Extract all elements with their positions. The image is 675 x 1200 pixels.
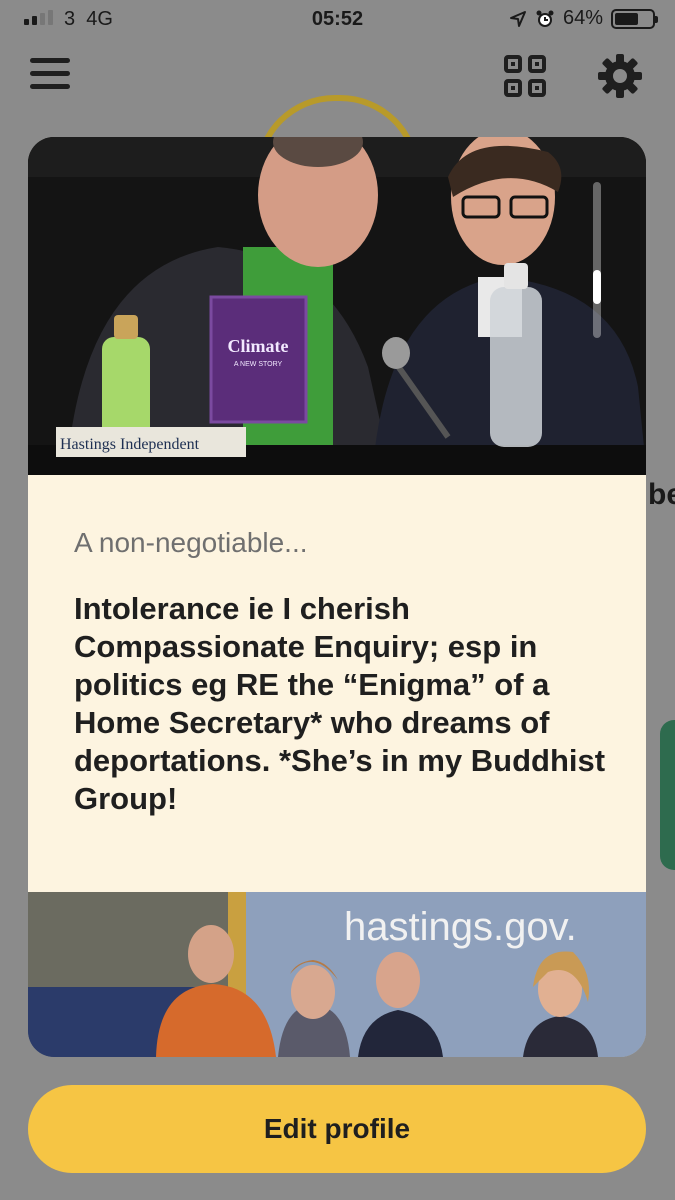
book-title: Climate xyxy=(228,336,289,356)
photo-banner-text: Hastings Independent xyxy=(60,436,200,453)
status-bar: 3 4G 05:52 64% xyxy=(0,0,675,38)
qr-code-icon[interactable] xyxy=(503,54,547,98)
battery-percent: 64% xyxy=(562,7,603,29)
photo-scroll-indicator xyxy=(593,182,601,338)
bottom-tab-bar xyxy=(0,1170,675,1200)
hamburger-menu-icon[interactable] xyxy=(30,58,70,94)
background-side-tab xyxy=(660,720,675,870)
panel-discussion-photo: Climate A NEW STORY Hastings Independent xyxy=(28,137,646,475)
background-partial-text: be xyxy=(648,478,675,511)
event-photo: hastings.gov. xyxy=(28,892,646,1057)
gear-icon[interactable] xyxy=(596,52,644,100)
edit-profile-button[interactable]: Edit profile xyxy=(28,1085,646,1173)
profile-photo-panel: Climate A NEW STORY Hastings Independent xyxy=(28,137,646,475)
prompt-question: A non-negotiable... xyxy=(74,527,308,558)
alarm-clock-icon xyxy=(536,10,554,27)
prompt-answer: Intolerance ie I cherish Compassionate E… xyxy=(74,591,606,816)
profile-card[interactable]: Climate A NEW STORY Hastings Independent… xyxy=(28,137,646,1057)
second-profile-photo: hastings.gov. xyxy=(28,892,646,1057)
photo-sign-text: hastings.gov. xyxy=(344,905,577,949)
prompt-section: A non-negotiable... Intolerance ie I che… xyxy=(28,475,646,892)
location-arrow-icon xyxy=(509,10,526,27)
battery-icon xyxy=(611,8,658,29)
book-subtitle: A NEW STORY xyxy=(234,361,283,368)
